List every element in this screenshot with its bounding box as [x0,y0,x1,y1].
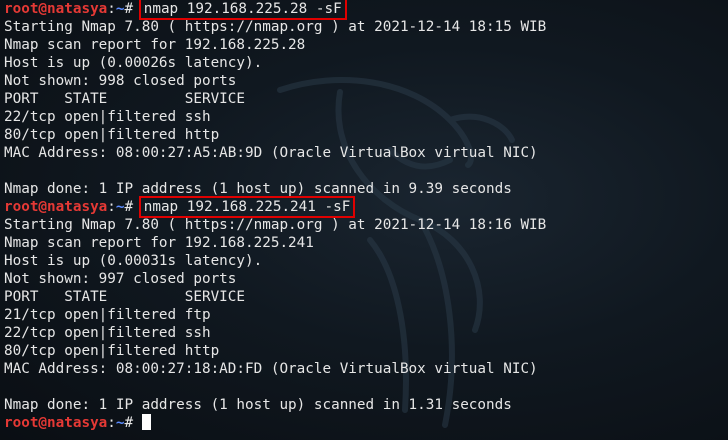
output-line: Not shown: 998 closed ports [4,73,237,89]
prompt-separator: : [107,199,116,215]
output-line: PORT STATE SERVICE [4,91,246,107]
prompt-symbol: # [124,415,142,431]
prompt-user-host: root@natasya [4,415,108,431]
output-line: Host is up (0.00026s latency). [4,55,263,71]
prompt-line: root@natasya:~# nmap 192.168.225.28 -sF [4,0,728,20]
output-line: 22/tcp open|filtered ssh [4,325,211,341]
output-line: Nmap scan report for 192.168.225.28 [4,37,306,53]
output-line: Nmap done: 1 IP address (1 host up) scan… [4,181,512,197]
output-line: Nmap scan report for 192.168.225.241 [4,235,314,251]
prompt-separator: : [107,1,116,17]
output-line: 21/tcp open|filtered ftp [4,307,211,323]
prompt-path: ~ [115,1,125,17]
terminal-window[interactable]: root@natasya:~# nmap 192.168.225.28 -sF … [0,0,728,440]
prompt-line: root@natasya:~# nmap 192.168.225.241 -sF [4,196,728,218]
command-text: nmap 192.168.225.241 -sF [138,196,356,218]
output-line: Nmap done: 1 IP address (1 host up) scan… [4,397,512,413]
output-line: 80/tcp open|filtered http [4,127,220,143]
prompt-user-host: root@natasya [4,1,108,17]
output-line: MAC Address: 08:00:27:18:AD:FD (Oracle V… [4,361,538,377]
output-line: MAC Address: 08:00:27:A5:AB:9D (Oracle V… [4,145,538,161]
text-cursor[interactable] [141,414,151,430]
prompt-path: ~ [115,415,125,431]
output-line: Starting Nmap 7.80 ( https://nmap.org ) … [4,19,547,35]
prompt-separator: : [107,415,116,431]
output-line: Not shown: 997 closed ports [4,271,237,287]
output-line: Host is up (0.00031s latency). [4,253,263,269]
prompt-symbol: # [124,1,142,17]
prompt-path: ~ [115,199,125,215]
output-line: Starting Nmap 7.80 ( https://nmap.org ) … [4,217,547,233]
output-line: 22/tcp open|filtered ssh [4,109,211,125]
output-line: 80/tcp open|filtered http [4,343,220,359]
terminal-output: root@natasya:~# nmap 192.168.225.28 -sF … [4,0,728,432]
active-prompt-line[interactable]: root@natasya:~# [4,414,728,432]
prompt-user-host: root@natasya [4,199,108,215]
prompt-symbol: # [124,199,142,215]
command-text: nmap 192.168.225.28 -sF [138,0,347,20]
output-line: PORT STATE SERVICE [4,289,246,305]
